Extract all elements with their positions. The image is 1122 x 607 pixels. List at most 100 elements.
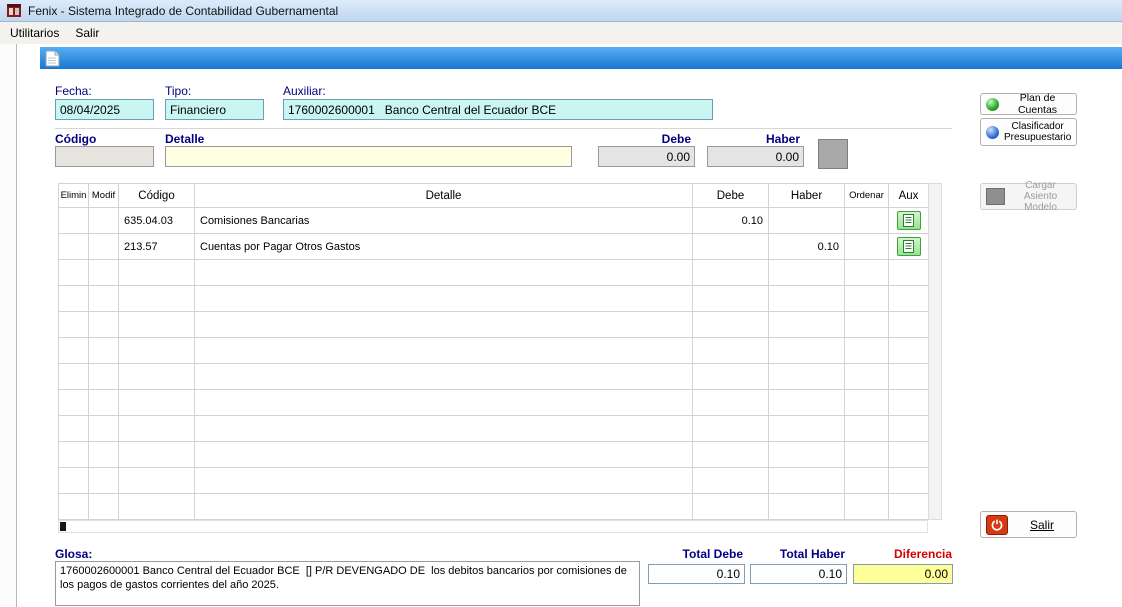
detalle-input[interactable]: [165, 146, 572, 167]
header-aux: Aux: [889, 184, 929, 208]
empty-row: [59, 494, 929, 520]
cell-codigo: 635.04.03: [119, 208, 195, 234]
cell-haber: [769, 416, 845, 442]
cell-ordenar: [845, 234, 889, 260]
cell-codigo: [119, 494, 195, 520]
cell-detalle: [195, 338, 693, 364]
empty-row: [59, 416, 929, 442]
blue-sphere-icon: [986, 126, 999, 139]
cell-codigo: [119, 286, 195, 312]
auxiliar-label: Auxiliar:: [283, 84, 326, 98]
app-icon: [6, 3, 22, 19]
cell-aux: [889, 468, 929, 494]
glosa-textarea[interactable]: 1760002600001 Banco Central del Ecuador …: [55, 561, 640, 606]
entries-table: Elimin Modif Código Detalle Debe Haber O…: [58, 183, 942, 533]
menu-salir[interactable]: Salir: [67, 24, 107, 42]
cell-codigo: [119, 364, 195, 390]
salir-label: Salir: [1013, 518, 1071, 532]
empty-row: [59, 442, 929, 468]
diferencia-display[interactable]: [853, 564, 953, 584]
cell-debe: [693, 312, 769, 338]
cell-elimin: [59, 208, 89, 234]
cell-detalle: Cuentas por Pagar Otros Gastos: [195, 234, 693, 260]
header-elimin: Elimin: [59, 184, 89, 208]
cell-modif: [89, 312, 119, 338]
fecha-label: Fecha:: [55, 84, 92, 98]
cell-detalle: [195, 260, 693, 286]
cell-modif: [89, 416, 119, 442]
plan-de-cuentas-button[interactable]: Plan de Cuentas: [980, 93, 1077, 115]
clasificador-presupuestario-button[interactable]: Clasificador Presupuestario: [980, 118, 1077, 146]
tipo-input[interactable]: [165, 99, 264, 120]
title-bar: Fenix - Sistema Integrado de Contabilida…: [0, 0, 1122, 22]
entry-row[interactable]: 213.57Cuentas por Pagar Otros Gastos0.10: [59, 234, 929, 260]
cell-aux: [889, 494, 929, 520]
green-sphere-icon: [986, 98, 999, 111]
entry-row[interactable]: 635.04.03Comisiones Bancarias0.10: [59, 208, 929, 234]
empty-row: [59, 468, 929, 494]
haber-display[interactable]: [707, 146, 804, 167]
cell-modif: [89, 494, 119, 520]
gray-square-icon: [986, 188, 1005, 205]
empty-row: [59, 338, 929, 364]
window-title: Fenix - Sistema Integrado de Contabilida…: [28, 4, 338, 18]
plan-de-cuentas-label: Plan de Cuentas: [1004, 92, 1071, 116]
cell-detalle: Comisiones Bancarias: [195, 208, 693, 234]
header-haber: Haber: [769, 184, 845, 208]
detalle-label: Detalle: [165, 132, 204, 146]
cell-aux: [889, 416, 929, 442]
total-haber-display[interactable]: [750, 564, 847, 584]
empty-row: [59, 364, 929, 390]
salir-button[interactable]: Salir: [980, 511, 1077, 538]
cell-elimin: [59, 494, 89, 520]
cell-aux: [889, 208, 929, 234]
cell-codigo: [119, 312, 195, 338]
cell-debe: [693, 390, 769, 416]
cell-elimin: [59, 312, 89, 338]
debe-display[interactable]: [598, 146, 695, 167]
fecha-input[interactable]: [55, 99, 154, 120]
cell-ordenar: [845, 312, 889, 338]
gray-action-button[interactable]: [818, 139, 848, 169]
header-detalle: Detalle: [195, 184, 693, 208]
cell-codigo: [119, 338, 195, 364]
total-debe-label: Total Debe: [648, 547, 743, 561]
cell-elimin: [59, 286, 89, 312]
cell-haber: [769, 364, 845, 390]
aux-detail-button[interactable]: [897, 237, 921, 256]
cell-aux: [889, 312, 929, 338]
codigo-input[interactable]: [55, 146, 154, 167]
cell-elimin: [59, 390, 89, 416]
cell-codigo: [119, 442, 195, 468]
cell-haber: [769, 286, 845, 312]
cell-haber: [769, 260, 845, 286]
cell-modif: [89, 364, 119, 390]
horizontal-scrollbar[interactable]: [58, 520, 928, 533]
cell-aux: [889, 286, 929, 312]
horizontal-scrollbar-thumb[interactable]: [60, 522, 66, 531]
diferencia-label: Diferencia: [853, 547, 952, 561]
cell-modif: [89, 338, 119, 364]
cell-detalle: [195, 312, 693, 338]
total-debe-display[interactable]: [648, 564, 745, 584]
cell-modif: [89, 260, 119, 286]
new-document-icon[interactable]: [45, 50, 60, 67]
cell-modif: [89, 234, 119, 260]
cell-haber: [769, 338, 845, 364]
cell-debe: 0.10: [693, 208, 769, 234]
vertical-scrollbar[interactable]: [928, 183, 942, 520]
cargar-asiento-modelo-button[interactable]: Cargar Asiento Modelo: [980, 183, 1077, 210]
cell-ordenar: [845, 468, 889, 494]
cell-debe: [693, 234, 769, 260]
cell-ordenar: [845, 364, 889, 390]
cell-aux: [889, 390, 929, 416]
auxiliar-input[interactable]: [283, 99, 713, 120]
cell-elimin: [59, 416, 89, 442]
cell-detalle: [195, 494, 693, 520]
menu-utilitarios[interactable]: Utilitarios: [2, 24, 67, 42]
cell-haber: [769, 390, 845, 416]
cell-aux: [889, 442, 929, 468]
aux-detail-button[interactable]: [897, 211, 921, 230]
empty-row: [59, 260, 929, 286]
empty-row: [59, 390, 929, 416]
